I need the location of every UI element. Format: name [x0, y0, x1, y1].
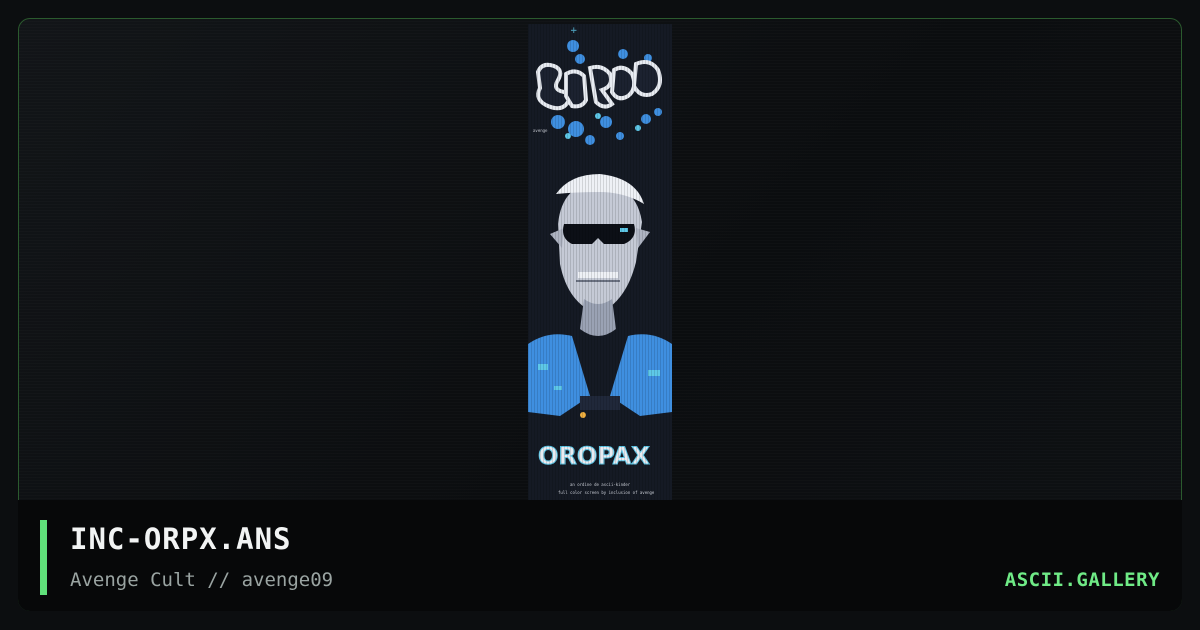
accent-bar: [40, 520, 47, 595]
ansi-artwork-image: + avenge: [528, 24, 672, 500]
artwork-caption-1: an ordine de ascii-kinder: [570, 482, 631, 487]
artwork-title[interactable]: INC-ORPX.ANS: [70, 522, 292, 556]
artwork-caption-2: full color screen by inclusion of avenge: [558, 490, 655, 495]
ansi-artwork-preview[interactable]: + avenge: [528, 24, 672, 500]
info-footer: INC-ORPX.ANS Avenge Cult // avenge09 ASC…: [18, 500, 1182, 611]
artwork-credit[interactable]: Avenge Cult // avenge09: [70, 569, 333, 591]
site-brand-link[interactable]: ASCII.GALLERY: [1005, 569, 1160, 591]
